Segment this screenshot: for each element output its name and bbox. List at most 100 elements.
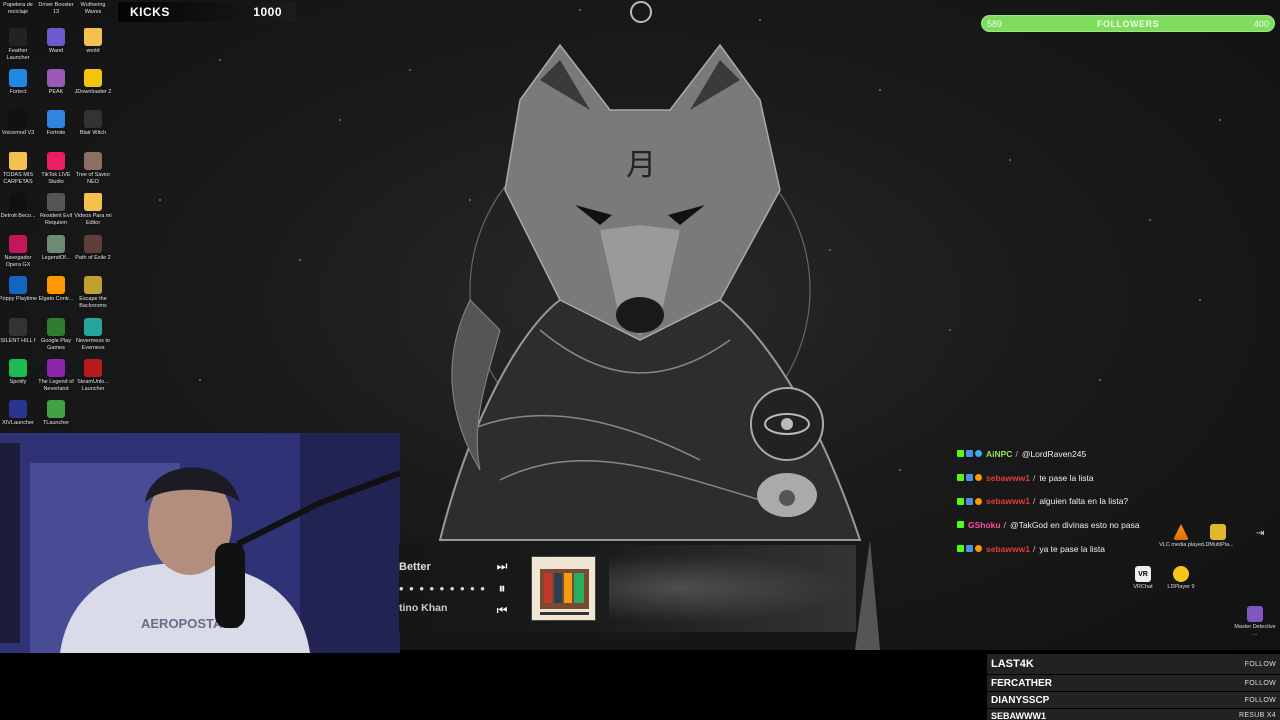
follower-name: FERCATHER [991,677,1052,689]
desktop-icon[interactable]: Detroit Beco... [0,193,38,220]
desktop-icon-label: SteamUnlo... Launcher [77,379,109,392]
desktop-icon[interactable]: Feather Launcher [0,28,38,61]
folder-icon [84,28,102,46]
desktop-icon[interactable]: The Legend of Neverland [36,359,76,392]
chat-text: te pase la lista [1039,472,1094,483]
elgato-icon [47,276,65,294]
desktop-icon-label: PEAK [48,89,64,95]
kicks-value: 1000 [253,5,282,19]
desktop-icon-ldmulti[interactable]: LDMultiPla... [1195,524,1241,549]
desktop-icon-label: TikTok LIVE Studio [41,172,71,185]
chat-separator: / [1015,448,1018,459]
chat-separator: / [1032,472,1036,483]
chat-text: ya te pase la lista [1039,543,1105,554]
desktop-icon-master-detective[interactable]: Master Detective ... [1232,606,1278,637]
desktop-icon[interactable]: Voicemod V3 [0,110,38,137]
desktop-icon[interactable]: Fortnite [36,110,76,137]
follower-name: DIANYSSCP [991,694,1050,706]
desktop-icon-label: Master Detective ... [1234,624,1276,637]
subscriber-badge-icon [966,474,973,482]
desktop-icon[interactable]: Escape the Backrooms [73,276,113,309]
followers-label: FOLLOWERS [1097,18,1159,29]
desktop-icon[interactable]: Elgato Contr... [36,276,76,303]
vrchat-icon: VR [1135,566,1151,582]
desktop-icon-label: Navegador Opera GX [4,255,32,268]
pause-button[interactable]: ⏸ [494,580,510,596]
previous-track-button[interactable]: ⏮ [494,602,510,618]
desktop-icon[interactable]: Navegador Opera GX [0,235,38,268]
desktop-icon-label: TODAS MIS CARPETAS [2,172,34,185]
desktop-icon-label: The Legend of Neverland [38,379,74,392]
chat-username[interactable]: AiNPC [986,449,1012,459]
desktop-icon[interactable]: Videos Para mi Editor [73,193,113,226]
now-playing-widget: Better • • • • • • • • • tino Khan ⏭ ⏸ ⏮ [399,545,856,632]
chat-username[interactable]: sebawww1 [986,544,1030,554]
follower-name: SEBAWWW1 [991,710,1046,720]
desktop-icon[interactable]: LegendOf... [36,235,76,262]
followers-target: 400 [1253,18,1269,29]
chat-username[interactable]: sebawww1 [986,496,1030,506]
desktop-icon[interactable]: Driver Booster 13 [36,0,76,15]
browser-icon [9,235,27,253]
download-icon [84,69,102,87]
vip-badge-icon [975,545,982,553]
desktop-icon[interactable]: world [73,28,113,55]
desktop-icon[interactable]: TLauncher [36,400,76,427]
desktop-icon-label: Videos Para mi Editor [74,213,112,226]
game-icon [9,276,27,294]
desktop-icon[interactable]: SILENT HILL f [0,318,38,345]
desktop-icon[interactable]: XIVLauncher [0,400,38,427]
next-track-button[interactable]: ⏭ [494,558,510,574]
game-icon [47,69,65,87]
game-icon [84,276,102,294]
desktop-icon[interactable]: Path of Exile 2 [73,235,113,262]
desktop-icon[interactable]: Blair Witch [73,110,113,137]
desktop-icon-ldplayer[interactable]: LDPlayer 9 [1158,566,1204,591]
desktop-icon[interactable]: JDownloader 2 [73,69,113,96]
desktop-icon[interactable]: Resident Evil Requiem [36,193,76,226]
follower-row: LAST4K FOLLOW [987,654,1280,674]
desktop-icon[interactable]: Fortect [0,69,38,96]
game-icon [84,152,102,170]
desktop-icon[interactable]: Wuthering Waves [73,0,113,15]
game-icon [47,359,65,377]
follower-name: LAST4K [991,658,1034,670]
desktop-icon-label: Papelera de reciclaje [3,2,33,15]
game-icon [84,235,102,253]
desktop-icon-label: LDMultiPla... [1202,542,1234,548]
desktop-icon-label: Voicemod V3 [1,130,35,136]
chat-message: AiNPC / @LordRaven245 [957,442,1207,466]
recent-followers-list: LAST4K FOLLOW FERCATHER FOLLOW DIANYSSCP FOLL… [987,654,1280,720]
chat-message: sebawww1/alguien falta en la lista? [957,489,1207,513]
desktop-icon-label: XIVLauncher [2,420,34,426]
vip-badge-icon [975,474,982,482]
track-progress: • • • • • • • • • [399,581,486,596]
desktop-icon[interactable]: Poppy Playtime [0,276,38,303]
desktop-icon[interactable]: Nevermess to Everness [73,318,113,351]
followers-goal-bar: 589 FOLLOWERS 400 [981,15,1275,32]
desktop-icon[interactable]: Papelera de reciclaje [0,0,38,15]
desktop-icon[interactable]: PEAK [36,69,76,96]
desktop-icon[interactable]: Google Play Games [36,318,76,351]
game-icon [9,400,27,418]
desktop-icon[interactable]: SteamUnlo... Launcher [73,359,113,392]
svg-text:月: 月 [626,148,656,183]
desktop-icon[interactable]: Spotify [0,359,38,386]
vip-badge-icon [975,450,982,458]
desktop-icon[interactable]: Tree of Savior NEO [73,152,113,185]
kick-badge-icon [957,450,964,458]
chat-username[interactable]: GShoku [968,520,1001,530]
play-icon [47,318,65,336]
game-icon [47,193,65,211]
game-icon [84,318,102,336]
chat-text: alguien falta en la lista? [1039,496,1129,507]
desktop-icon-label: Wuthering Waves [80,2,106,15]
chat-username[interactable]: sebawww1 [986,473,1030,483]
vlc-icon [1173,524,1189,540]
chat-separator: / [1032,496,1036,507]
desktop-icon[interactable]: TODAS MIS CARPETAS [0,152,38,185]
chat-text: @LordRaven245 [1021,448,1087,459]
desktop-icon[interactable]: Wand [36,28,76,55]
game-icon [47,235,65,253]
desktop-icon[interactable]: TikTok LIVE Studio [36,152,76,185]
